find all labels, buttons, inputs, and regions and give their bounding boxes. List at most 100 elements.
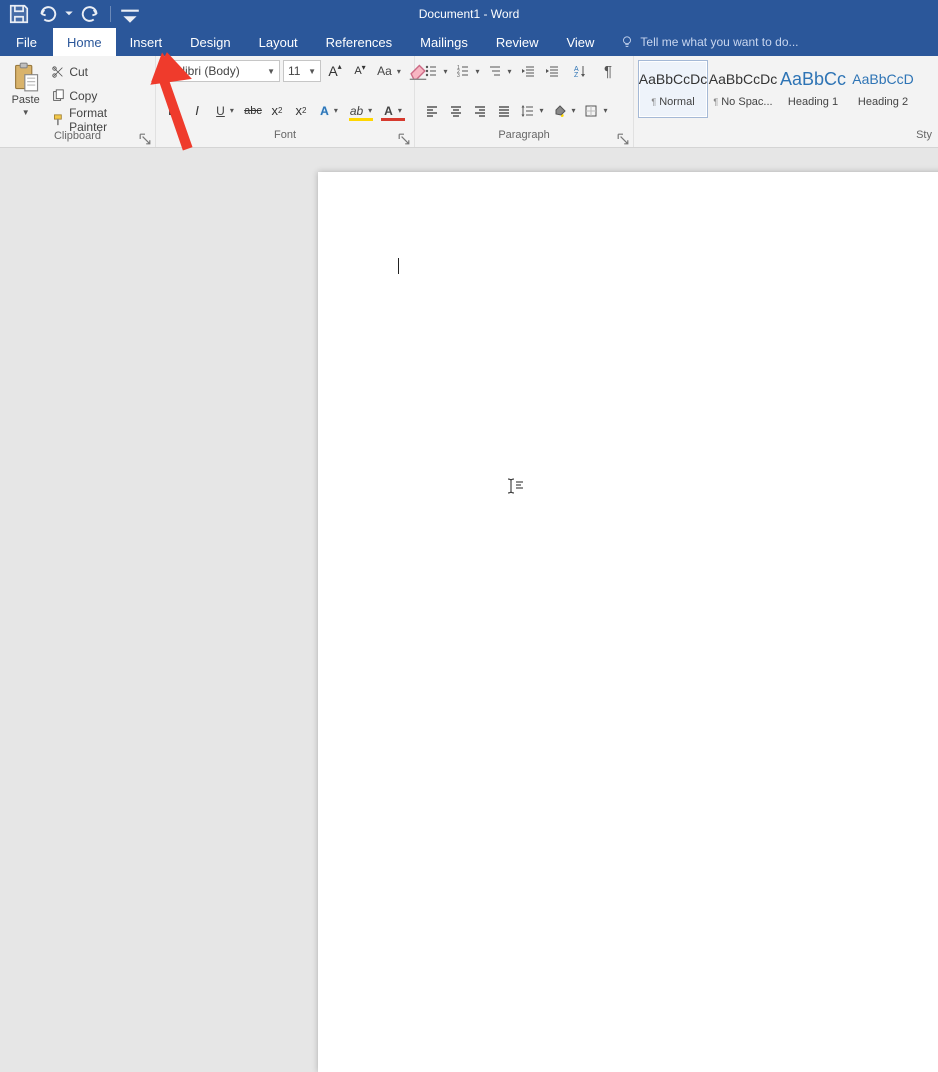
italic-button[interactable]: I xyxy=(186,100,208,122)
align-center-button[interactable] xyxy=(445,100,467,122)
tab-layout[interactable]: Layout xyxy=(245,28,312,56)
text-effects-button[interactable]: A▾ xyxy=(314,100,344,122)
tab-mailings[interactable]: Mailings xyxy=(406,28,482,56)
chevron-down-icon: ▼ xyxy=(308,67,316,76)
text-caret xyxy=(398,258,399,274)
style-preview: AaBbCc xyxy=(780,68,846,90)
font-size-combo[interactable]: 11 ▼ xyxy=(283,60,321,82)
align-center-icon xyxy=(449,104,463,118)
bucket-icon xyxy=(552,104,566,118)
format-painter-button[interactable]: Format Painter xyxy=(49,110,149,130)
tab-view[interactable]: View xyxy=(552,28,608,56)
tell-me-placeholder: Tell me what you want to do... xyxy=(640,35,798,49)
paste-label: Paste xyxy=(12,94,40,106)
style-no-spac-[interactable]: AaBbCcDc ¶No Spac... xyxy=(708,60,778,118)
group-clipboard: Paste ▼ Cut Copy Format Painter Clipboar… xyxy=(0,56,156,147)
borders-button[interactable]: ▾ xyxy=(581,100,611,122)
bold-button[interactable]: B xyxy=(162,100,184,122)
paragraph-launcher[interactable] xyxy=(617,133,629,145)
underline-button[interactable]: U▾ xyxy=(210,100,240,122)
line-spacing-icon xyxy=(520,104,534,118)
tab-references[interactable]: References xyxy=(312,28,406,56)
borders-icon xyxy=(584,104,598,118)
qat-customize-icon[interactable] xyxy=(119,3,141,25)
justify-icon xyxy=(497,104,511,118)
scissors-icon xyxy=(51,65,65,79)
document-workspace[interactable] xyxy=(0,148,938,539)
bullets-button[interactable]: ▾ xyxy=(421,60,451,82)
sort-icon: AZ xyxy=(573,64,587,78)
numbering-icon: 123 xyxy=(456,64,470,78)
styles-group-label: Sty xyxy=(634,129,938,147)
tab-file[interactable]: File xyxy=(0,28,53,56)
change-case-button[interactable]: Aa▾ xyxy=(374,60,404,82)
undo-icon[interactable] xyxy=(36,3,58,25)
group-paragraph: ▾ 123▾ ▾ AZ ¶ ▾ ▾ ▾ Paragraph xyxy=(415,56,634,147)
show-marks-button[interactable]: ¶ xyxy=(597,60,619,82)
group-styles: AaBbCcDc¶NormalAaBbCcDc¶No Spac...AaBbCc… xyxy=(634,56,938,147)
chevron-down-icon: ▼ xyxy=(267,67,275,76)
mouse-ibeam-cursor xyxy=(506,478,524,494)
clipboard-paste-icon xyxy=(12,62,40,92)
numbering-button[interactable]: 123▾ xyxy=(453,60,483,82)
increase-indent-button[interactable] xyxy=(541,60,563,82)
style-preview: AaBbCcDc xyxy=(709,68,777,90)
font-name-combo[interactable]: Calibri (Body) ▼ xyxy=(162,60,280,82)
style-normal[interactable]: AaBbCcDc¶Normal xyxy=(638,60,708,118)
strikethrough-button[interactable]: abc xyxy=(242,100,264,122)
shading-button[interactable]: ▾ xyxy=(549,100,579,122)
tab-design[interactable]: Design xyxy=(176,28,244,56)
tab-home[interactable]: Home xyxy=(53,28,116,56)
align-left-icon xyxy=(425,104,439,118)
svg-text:3: 3 xyxy=(457,73,460,78)
group-font: Calibri (Body) ▼ 11 ▼ A▴ A▾ Aa▾ B I U▾ a… xyxy=(156,56,415,147)
font-color-button[interactable]: A▾ xyxy=(378,100,408,122)
style-name: Heading 1 xyxy=(788,94,838,110)
font-group-label: Font xyxy=(156,129,414,147)
cut-button[interactable]: Cut xyxy=(49,62,149,82)
font-launcher[interactable] xyxy=(398,133,410,145)
shrink-font-button[interactable]: A▾ xyxy=(349,60,371,82)
indent-icon xyxy=(545,64,559,78)
sort-button[interactable]: AZ xyxy=(565,60,595,82)
copy-icon xyxy=(51,89,65,103)
tab-insert[interactable]: Insert xyxy=(116,28,177,56)
redo-icon[interactable] xyxy=(80,3,102,25)
align-right-button[interactable] xyxy=(469,100,491,122)
save-icon[interactable] xyxy=(8,3,30,25)
paste-button[interactable]: Paste ▼ xyxy=(6,60,45,117)
justify-button[interactable] xyxy=(493,100,515,122)
copy-button[interactable]: Copy xyxy=(49,86,149,106)
ribbon-tabs: File Home Insert Design Layout Reference… xyxy=(0,28,938,56)
style-name: Heading 2 xyxy=(858,94,908,110)
style-heading-1[interactable]: AaBbCc Heading 1 xyxy=(778,60,848,118)
title-bar: Document1 - Word xyxy=(0,0,938,28)
line-spacing-button[interactable]: ▾ xyxy=(517,100,547,122)
align-left-button[interactable] xyxy=(421,100,443,122)
font-name-value: Calibri (Body) xyxy=(167,64,240,78)
highlight-button[interactable]: ab▾ xyxy=(346,100,376,122)
tell-me-search[interactable]: Tell me what you want to do... xyxy=(608,28,798,56)
multilevel-icon xyxy=(488,64,502,78)
outdent-icon xyxy=(521,64,535,78)
subscript-button[interactable]: x2 xyxy=(266,100,288,122)
ribbon: Paste ▼ Cut Copy Format Painter Clipboar… xyxy=(0,56,938,148)
cut-label: Cut xyxy=(69,65,88,79)
align-right-icon xyxy=(473,104,487,118)
undo-dropdown-icon[interactable] xyxy=(64,3,74,25)
style-heading-2[interactable]: AaBbCcDHeading 2 xyxy=(848,60,918,118)
chevron-down-icon: ▼ xyxy=(22,108,30,117)
decrease-indent-button[interactable] xyxy=(517,60,539,82)
style-name: ¶No Spac... xyxy=(713,94,772,110)
tab-review[interactable]: Review xyxy=(482,28,553,56)
copy-label: Copy xyxy=(69,89,97,103)
font-size-value: 11 xyxy=(288,64,300,78)
style-preview: AaBbCcDc xyxy=(639,68,707,90)
window-title: Document1 - Word xyxy=(419,7,519,21)
multilevel-list-button[interactable]: ▾ xyxy=(485,60,515,82)
bullets-icon xyxy=(424,64,438,78)
grow-font-button[interactable]: A▴ xyxy=(324,60,346,82)
clipboard-launcher[interactable] xyxy=(139,133,151,145)
document-page[interactable] xyxy=(318,172,938,1072)
superscript-button[interactable]: x2 xyxy=(290,100,312,122)
